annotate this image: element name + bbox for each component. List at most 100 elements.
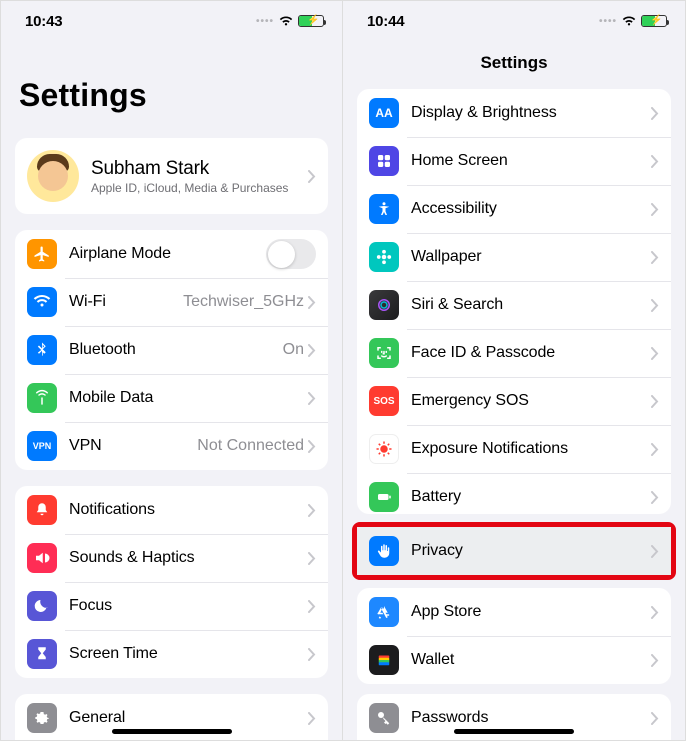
siri-icon — [369, 290, 399, 320]
settings-scroll[interactable]: Subham Stark Apple ID, iCloud, Media & P… — [1, 122, 342, 741]
sos-icon: SOS — [369, 386, 399, 416]
display-group: AA Display & Brightness Home Screen Acce… — [357, 89, 671, 514]
home-indicator[interactable] — [112, 729, 232, 734]
hand-icon — [369, 536, 399, 566]
row-label: Wi-Fi — [69, 293, 183, 311]
chevron-right-icon — [651, 347, 659, 360]
sos-row[interactable]: SOS Emergency SOS — [357, 377, 671, 425]
row-label: General — [69, 709, 308, 727]
wifi-row[interactable]: Wi-Fi Techwiser_5GHz — [15, 278, 328, 326]
vpn-detail: Not Connected — [197, 437, 304, 455]
notifications-row[interactable]: Notifications — [15, 486, 328, 534]
chevron-right-icon — [651, 299, 659, 312]
status-time: 10:43 — [25, 13, 62, 30]
row-label: VPN — [69, 437, 197, 455]
chevron-right-icon — [308, 504, 316, 517]
home-indicator[interactable] — [454, 729, 574, 734]
phone-left: 10:43 •••• ⚡ Settings Subham Stark Apple… — [0, 0, 343, 741]
chevron-right-icon — [651, 443, 659, 456]
row-label: Emergency SOS — [411, 392, 651, 410]
row-label: Focus — [69, 597, 308, 615]
privacy-highlight: Privacy — [352, 522, 676, 580]
faceid-row[interactable]: Face ID & Passcode — [357, 329, 671, 377]
battery-icon: ⚡ — [641, 15, 667, 27]
airplane-mode-row[interactable]: Airplane Mode — [15, 230, 328, 278]
grid-icon — [369, 146, 399, 176]
avatar — [27, 150, 79, 202]
row-label: Exposure Notifications — [411, 440, 651, 458]
row-label: App Store — [411, 603, 651, 621]
vpn-row[interactable]: VPN VPN Not Connected — [15, 422, 328, 470]
cellular-dots-icon: •••• — [256, 16, 274, 27]
chevron-right-icon — [308, 170, 316, 183]
chevron-right-icon — [308, 600, 316, 613]
row-label: Mobile Data — [69, 389, 308, 407]
wifi-icon — [27, 287, 57, 317]
airplane-toggle[interactable] — [266, 239, 316, 269]
chevron-right-icon — [308, 440, 316, 453]
chevron-right-icon — [651, 654, 659, 667]
mobile-data-row[interactable]: Mobile Data — [15, 374, 328, 422]
app-store-row[interactable]: App Store — [357, 588, 671, 636]
chevron-right-icon — [651, 545, 659, 558]
cellular-dots-icon: •••• — [599, 16, 617, 27]
chevron-right-icon — [308, 648, 316, 661]
hourglass-icon — [27, 639, 57, 669]
status-bar: 10:43 •••• ⚡ — [1, 1, 342, 41]
exposure-row[interactable]: Exposure Notifications — [357, 425, 671, 473]
focus-row[interactable]: Focus — [15, 582, 328, 630]
aa-icon: AA — [369, 98, 399, 128]
siri-row[interactable]: Siri & Search — [357, 281, 671, 329]
appstore-icon — [369, 597, 399, 627]
chevron-right-icon — [651, 251, 659, 264]
row-label: Screen Time — [69, 645, 308, 663]
moon-icon — [27, 591, 57, 621]
home-screen-row[interactable]: Home Screen — [357, 137, 671, 185]
chevron-right-icon — [651, 155, 659, 168]
chevron-right-icon — [651, 203, 659, 216]
bluetooth-row[interactable]: Bluetooth On — [15, 326, 328, 374]
apple-id-row[interactable]: Subham Stark Apple ID, iCloud, Media & P… — [15, 138, 328, 214]
wallpaper-row[interactable]: Wallpaper — [357, 233, 671, 281]
wifi-icon — [621, 15, 637, 27]
profile-name: Subham Stark — [91, 158, 308, 180]
row-label: Airplane Mode — [69, 245, 266, 263]
wallet-icon — [369, 645, 399, 675]
flower-icon — [369, 242, 399, 272]
chevron-right-icon — [308, 344, 316, 357]
wifi-icon — [278, 15, 294, 27]
key-icon — [369, 703, 399, 733]
row-label: Accessibility — [411, 200, 651, 218]
display-brightness-row[interactable]: AA Display & Brightness — [357, 89, 671, 137]
chevron-right-icon — [308, 296, 316, 309]
profile-subtitle: Apple ID, iCloud, Media & Purchases — [91, 181, 308, 195]
notifications-group: Notifications Sounds & Haptics Focus Scr… — [15, 486, 328, 678]
page-title: Settings — [1, 41, 342, 122]
chevron-right-icon — [308, 712, 316, 725]
row-label: Battery — [411, 488, 651, 506]
accessibility-icon — [369, 194, 399, 224]
profile-group: Subham Stark Apple ID, iCloud, Media & P… — [15, 138, 328, 214]
privacy-row[interactable]: Privacy — [357, 527, 671, 575]
wallet-row[interactable]: Wallet — [357, 636, 671, 684]
battery-icon: ⚡ — [298, 15, 324, 27]
row-label: Bluetooth — [69, 341, 283, 359]
row-label: Home Screen — [411, 152, 651, 170]
battery-row[interactable]: Battery — [357, 473, 671, 514]
wifi-detail: Techwiser_5GHz — [183, 293, 304, 311]
sounds-row[interactable]: Sounds & Haptics — [15, 534, 328, 582]
bell-icon — [27, 495, 57, 525]
row-label: Wallpaper — [411, 248, 651, 266]
accessibility-row[interactable]: Accessibility — [357, 185, 671, 233]
row-label: Wallet — [411, 651, 651, 669]
settings-scroll[interactable]: AA Display & Brightness Home Screen Acce… — [343, 83, 685, 741]
row-label: Privacy — [411, 542, 651, 560]
chevron-right-icon — [651, 107, 659, 120]
faceid-icon — [369, 338, 399, 368]
row-label: Display & Brightness — [411, 104, 651, 122]
screen-time-row[interactable]: Screen Time — [15, 630, 328, 678]
status-right: •••• ⚡ — [599, 15, 667, 27]
row-label: Passwords — [411, 709, 651, 727]
network-group: Airplane Mode Wi-Fi Techwiser_5GHz Bluet… — [15, 230, 328, 470]
vpn-icon: VPN — [27, 431, 57, 461]
